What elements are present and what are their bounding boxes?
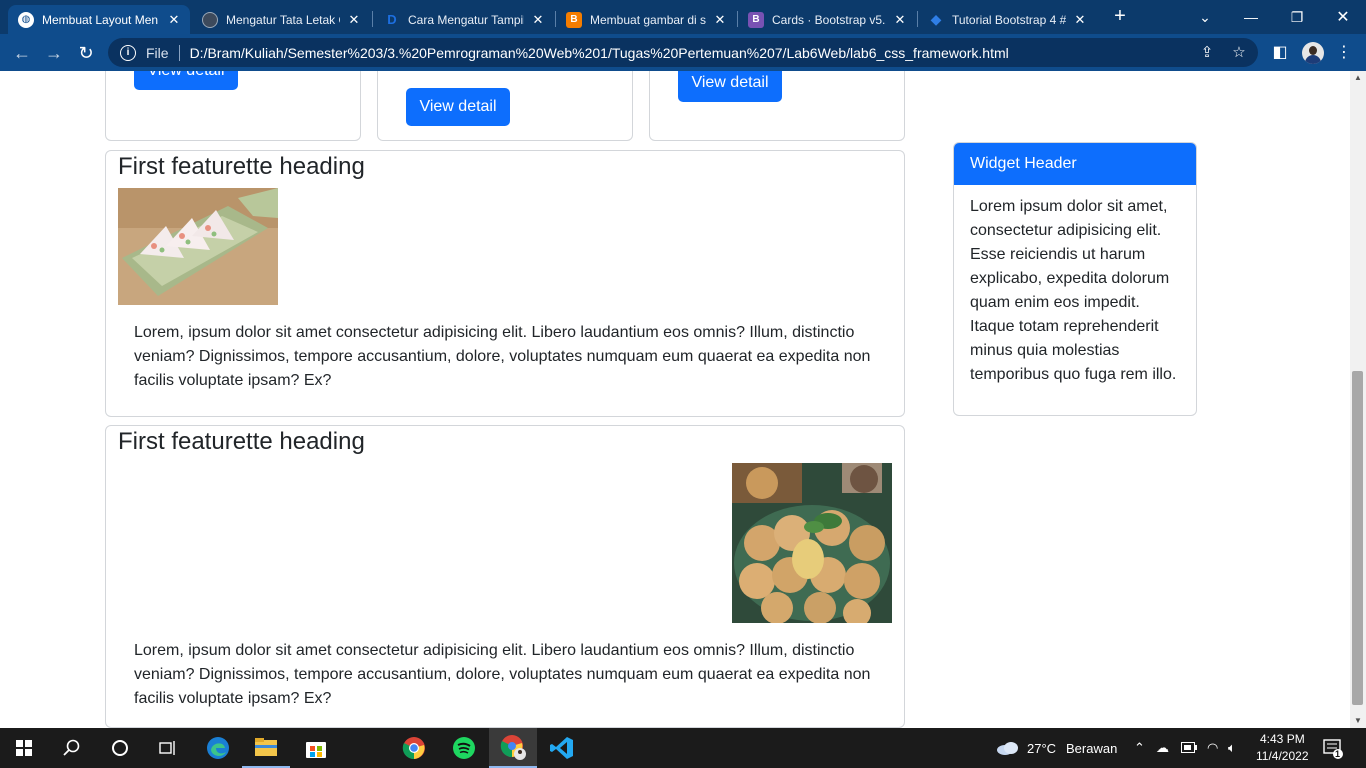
onedrive-cloud-icon[interactable]: ☁ [1156, 740, 1169, 756]
globe-icon: ◍ [18, 11, 34, 28]
spotify-icon [453, 737, 475, 759]
tab-tutorial-bootstrap[interactable]: ◆ Tutorial Bootstrap 4 # ✕ [918, 5, 1096, 34]
clock-date[interactable]: 11/4/2022 [1256, 749, 1309, 763]
back-arrow-icon[interactable]: ← [8, 39, 36, 67]
edge-swirl-icon [202, 11, 218, 28]
spotify-app[interactable] [440, 728, 488, 768]
cloud-weather-icon[interactable] [996, 740, 1020, 756]
weather-temperature[interactable]: 27°C [1027, 741, 1056, 756]
side-panel-icon[interactable]: ◧ [1270, 43, 1290, 63]
content-card: View detail [649, 71, 905, 141]
chevron-up-icon[interactable]: ⌃ [1134, 740, 1145, 756]
scroll-up-arrow-icon[interactable]: ▲ [1350, 71, 1366, 85]
widget-header: Widget Header [954, 143, 1196, 185]
featurette-heading: First featurette heading [118, 428, 365, 455]
share-icon[interactable]: ⇪ [1198, 44, 1216, 62]
forward-arrow-icon[interactable]: → [40, 39, 68, 67]
widget-body: Lorem ipsum dolor sit amet, consectetur … [970, 198, 1177, 383]
tab-cara-mengatur[interactable]: D Cara Mengatur Tampil ✕ [374, 5, 554, 34]
chrome-app[interactable] [390, 728, 438, 768]
windows-taskbar: 27°C Berawan ⌃ ☁ ◠ 🔈︎ 4:43 PM 11/4/2022 … [0, 728, 1366, 768]
bookmark-star-icon[interactable]: ☆ [1230, 44, 1248, 62]
task-view-icon [159, 741, 175, 755]
close-icon[interactable]: ✕ [1072, 12, 1088, 28]
browser-tab-strip: ◍ Membuat Layout Men ✕ Mengatur Tata Let… [0, 0, 1366, 34]
address-bar[interactable]: i File D:/Bram/Kuliah/Semester%203/3.%20… [108, 38, 1258, 67]
address-divider [178, 44, 180, 61]
pastry-image [118, 188, 278, 305]
avatar-head [1309, 46, 1317, 55]
featurette-text: Lorem, ipsum dolor sit amet consectetur … [134, 642, 871, 707]
blogger-icon: B [566, 11, 582, 28]
close-icon[interactable]: ✕ [712, 12, 728, 28]
minimize-button[interactable]: — [1228, 0, 1274, 34]
reload-icon[interactable]: ↻ [72, 39, 100, 67]
speaker-icon[interactable]: 🔈︎ [1228, 740, 1236, 756]
info-icon[interactable]: i [120, 44, 136, 61]
microsoft-store-app[interactable] [292, 728, 340, 768]
folder-icon [255, 738, 277, 756]
more-menu-icon[interactable]: ⋮ [1334, 43, 1354, 63]
edge-app[interactable] [194, 728, 242, 768]
weather-status[interactable]: Berawan [1066, 741, 1117, 756]
tab-membuat-gambar[interactable]: B Membuat gambar di s ✕ [556, 5, 736, 34]
tab-search-button[interactable]: ⌄ [1182, 0, 1228, 34]
featurette-card: First featurette heading Lorem, ipsum do… [105, 425, 905, 728]
vscode-icon [550, 737, 573, 759]
edge-icon [207, 737, 229, 759]
wifi-icon[interactable]: ◠ [1207, 740, 1218, 756]
featurette-text: Lorem, ipsum dolor sit amet consectetur … [134, 324, 871, 389]
task-view-button[interactable] [144, 728, 192, 768]
content-card: View detail [105, 71, 361, 141]
bootstrap-icon: B [748, 11, 764, 28]
close-icon[interactable]: ✕ [346, 12, 362, 28]
browser-toolbar: ← → ↻ i File D:/Bram/Kuliah/Semester%203… [0, 34, 1366, 71]
chrome-icon [402, 737, 425, 760]
sesame-balls-image [732, 463, 892, 623]
cortana-button[interactable] [96, 728, 144, 768]
new-tab-button[interactable]: + [1108, 5, 1132, 29]
file-explorer-app[interactable] [242, 728, 290, 768]
chrome-profile-app[interactable] [489, 728, 537, 768]
page-scrollbar[interactable]: ▲ ▼ [1350, 71, 1366, 728]
scrollbar-thumb[interactable] [1352, 371, 1363, 705]
chrome-profile-icon [500, 735, 526, 760]
view-detail-button[interactable]: View detail [406, 88, 510, 126]
battery-icon[interactable] [1181, 742, 1197, 753]
tab-membuat-layout[interactable]: ◍ Membuat Layout Men ✕ [8, 5, 190, 34]
diamond-icon: ◆ [930, 11, 942, 27]
scroll-down-arrow-icon[interactable]: ▼ [1350, 714, 1366, 728]
featurette-heading: First featurette heading [118, 153, 365, 180]
avatar-body [1305, 55, 1321, 64]
store-icon [306, 742, 326, 758]
restore-button[interactable]: ❐ [1274, 0, 1320, 34]
view-detail-button[interactable]: View detail [678, 71, 782, 102]
start-button[interactable] [0, 728, 48, 768]
profile-avatar[interactable] [1302, 42, 1324, 64]
page-viewport: View detail View detail View detail Firs… [0, 71, 1350, 728]
close-icon[interactable]: ✕ [530, 12, 546, 28]
windows-logo-icon [16, 740, 32, 756]
tab-divider [372, 11, 373, 27]
search-button[interactable] [48, 728, 96, 768]
address-url: D:/Bram/Kuliah/Semester%203/3.%20Pemrogr… [189, 44, 1009, 61]
view-detail-button[interactable]: View detail [134, 71, 238, 90]
sidebar-widget: Widget Header Lorem ipsum dolor sit amet… [953, 142, 1197, 416]
close-icon[interactable]: ✕ [892, 12, 908, 28]
d-letter-icon: D [387, 12, 397, 27]
clock-time[interactable]: 4:43 PM [1260, 732, 1305, 746]
featurette-card: First featurette heading Lorem, ipsum do… [105, 150, 905, 417]
close-icon[interactable]: ✕ [166, 12, 182, 28]
tab-cards-bootstrap[interactable]: B Cards · Bootstrap v5.2 ✕ [738, 5, 916, 34]
content-card: View detail [377, 71, 633, 141]
tab-mengatur-tata-letak[interactable]: Mengatur Tata Letak C ✕ [192, 5, 370, 34]
vscode-app[interactable] [538, 728, 586, 768]
close-window-button[interactable]: ✕ [1320, 0, 1366, 34]
search-icon [63, 739, 80, 756]
notification-count-badge: 1 [1335, 749, 1341, 759]
cortana-circle-icon [112, 740, 128, 756]
